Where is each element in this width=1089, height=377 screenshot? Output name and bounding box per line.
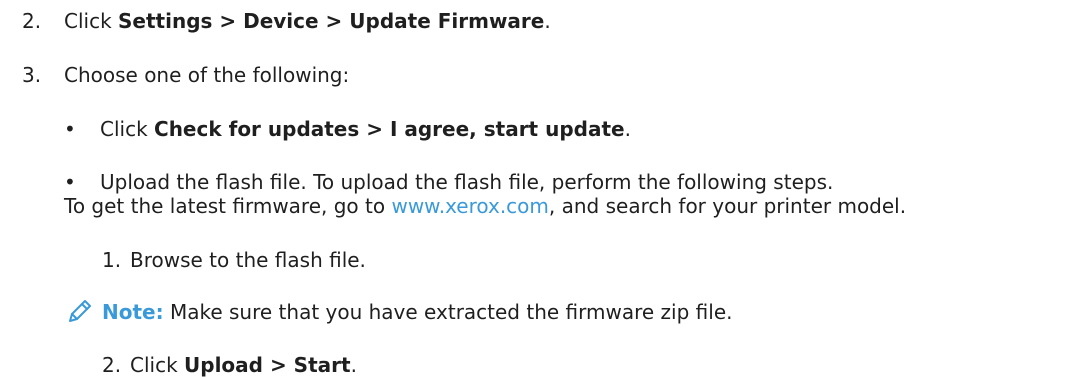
note: Note: Make sure that you have extracted … [102, 300, 732, 324]
substep-text: Browse to the flash file. [130, 248, 366, 272]
info-text-prefix: To get the latest firmware, go to [64, 194, 392, 218]
substep-number: 1. [102, 248, 122, 272]
option-check-updates: • Click Check for updates > I agree, star… [64, 117, 631, 141]
substep-2: 2. Click Upload > Start. [102, 353, 357, 377]
menu-path: Settings > Device > Update Firmware [118, 9, 545, 33]
step-2: 2. Click Settings > Device > Update Firmw… [22, 9, 551, 33]
menu-path: Upload > Start [184, 353, 351, 377]
option-upload-flash: • Upload the flash file. To upload the fl… [64, 170, 833, 194]
xerox-link[interactable]: www.xerox.com [391, 194, 548, 218]
note-label: Note: [102, 300, 164, 324]
substep-text-prefix: Click [130, 353, 185, 377]
step-number: 3. [22, 63, 42, 87]
step-text-suffix: . [544, 9, 551, 33]
step-3: 3. Choose one of the following: [22, 63, 349, 87]
pencil-icon [69, 300, 91, 322]
bullet: • [64, 117, 76, 141]
substep-text-suffix: . [350, 353, 357, 377]
option-text-suffix: . [624, 117, 631, 141]
step-text: Choose one of the following: [64, 63, 350, 87]
step-number: 2. [22, 9, 42, 33]
info-text-suffix: , and search for your printer model. [548, 194, 907, 218]
step-text-prefix: Click [64, 9, 119, 33]
note-text: Make sure that you have extracted the fi… [163, 300, 733, 324]
bullet: • [64, 170, 76, 194]
menu-path: Check for updates > I agree, start updat… [154, 117, 625, 141]
option-text: Upload the flash file. To upload the fla… [100, 170, 834, 194]
option-text-prefix: Click [100, 117, 155, 141]
substep-1: 1. Browse to the flash file. [102, 248, 366, 272]
firmware-info: To get the latest firmware, go to www.xe… [64, 194, 906, 218]
substep-number: 2. [102, 353, 122, 377]
